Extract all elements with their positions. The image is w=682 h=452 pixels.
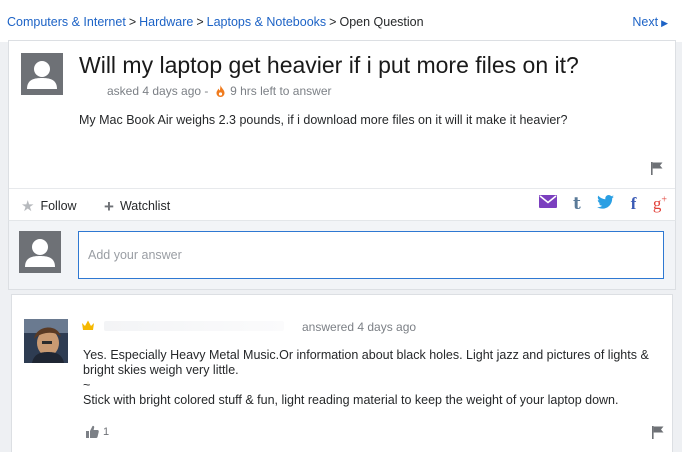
current-user-avatar[interactable] <box>19 231 61 273</box>
mail-icon[interactable] <box>538 195 557 213</box>
answer-line: Stick with bright colored stuff & fun, l… <box>83 393 619 407</box>
facebook-icon[interactable]: f <box>631 194 637 214</box>
watchlist-button[interactable]: + Watchlist <box>104 197 170 217</box>
question-title: Will my laptop get heavier if i put more… <box>79 52 579 78</box>
breadcrumb-current: Open Question <box>339 15 424 29</box>
breadcrumb-link-computers-internet[interactable]: Computers & Internet <box>7 15 126 29</box>
question-meta: asked 4 days ago - 9 hrs left to answer <box>107 84 332 98</box>
watchlist-label: Watchlist <box>119 199 171 213</box>
answerer-photo <box>24 319 68 363</box>
breadcrumb: Computers & Internet > Hardware > Laptops & … <box>7 15 424 29</box>
answer-meta: answered 4 days ago <box>302 320 417 334</box>
flame-icon <box>216 85 225 97</box>
report-flag-icon[interactable] <box>652 426 664 439</box>
next-question-link[interactable]: Next ▶ <box>632 15 668 29</box>
next-arrow-icon: ▶ <box>661 18 668 28</box>
thumbs-up-icon <box>86 425 99 438</box>
default-user-icon <box>21 53 63 95</box>
tumblr-icon[interactable]: t <box>573 194 581 214</box>
asked-time: asked 4 days ago <box>107 84 202 98</box>
breadcrumb-separator: > <box>128 15 137 29</box>
breadcrumb-separator: > <box>329 15 337 29</box>
asker-avatar[interactable] <box>21 53 63 95</box>
answer-input[interactable] <box>78 231 664 279</box>
question-action-bar: ★ Follow + Watchlist t f g+ <box>9 188 675 222</box>
breadcrumb-link-hardware[interactable]: Hardware <box>139 15 193 29</box>
report-flag-icon[interactable] <box>651 162 663 175</box>
question-body: My Mac Book Air weighs 2.3 pounds, if i … <box>79 113 568 127</box>
follow-button[interactable]: ★ Follow <box>21 197 77 215</box>
breadcrumb-link-laptops-notebooks[interactable]: Laptops & Notebooks <box>207 15 327 29</box>
add-answer-row <box>8 220 676 290</box>
like-count: 1 <box>103 426 110 438</box>
share-icons: t f g+ <box>527 194 667 216</box>
plus-icon: + <box>104 197 114 216</box>
default-user-icon <box>19 231 61 273</box>
answer-card: answered 4 days ago Yes. Especially Heav… <box>11 294 673 452</box>
star-icon: ★ <box>21 198 35 215</box>
google-plus-icon[interactable]: g+ <box>653 194 667 214</box>
follow-label: Follow <box>40 199 77 213</box>
next-label: Next <box>632 15 659 29</box>
answer-line: ~ <box>83 378 91 392</box>
answer-line: Yes. Especially Heavy Metal Music.Or inf… <box>83 348 649 377</box>
breadcrumb-separator: > <box>196 15 204 29</box>
answer-body: Yes. Especially Heavy Metal Music.Or inf… <box>83 348 669 408</box>
question-card: Will my laptop get heavier if i put more… <box>8 40 676 222</box>
answerer-name-blurred <box>104 321 284 331</box>
like-button[interactable]: 1 <box>86 425 109 438</box>
answerer-avatar[interactable] <box>24 319 68 363</box>
crown-icon <box>82 320 94 330</box>
twitter-icon[interactable] <box>597 194 615 214</box>
meta-separator: - <box>204 84 209 98</box>
time-left: 9 hrs left to answer <box>230 84 332 98</box>
breadcrumb-bar: Computers & Internet > Hardware > Laptops & … <box>0 0 682 42</box>
